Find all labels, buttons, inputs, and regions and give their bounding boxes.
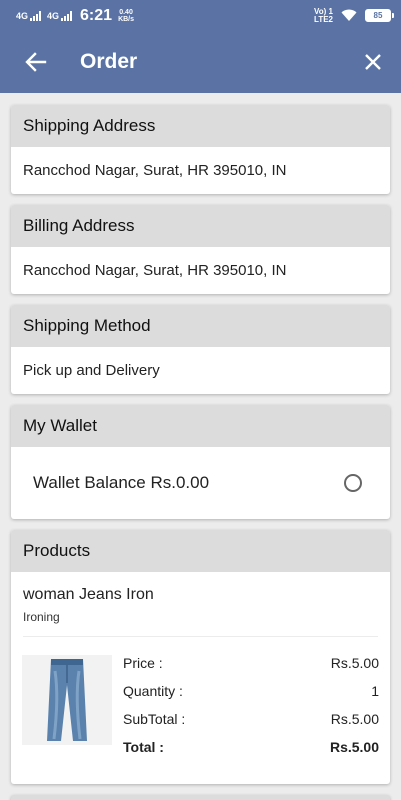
wallet-card: My Wallet Wallet Balance Rs.0.00 xyxy=(11,405,390,519)
shipping-address-card: Shipping Address Rancchod Nagar, Surat, … xyxy=(11,105,390,194)
shipping-method-card: Shipping Method Pick up and Delivery xyxy=(11,305,390,394)
close-button[interactable] xyxy=(353,42,393,82)
clock: 6:21 xyxy=(80,6,113,24)
signal-2: 4G xyxy=(47,10,73,21)
network-speed: 0.40 KB/s xyxy=(118,9,134,23)
network-speed-value: 0.40 xyxy=(119,8,133,16)
price-value: Rs.5.00 xyxy=(330,655,379,671)
wallet-balance-label: Wallet Balance Rs.0.00 xyxy=(33,473,210,492)
total-label: Total : xyxy=(123,739,164,755)
subtotal-row: SubTotal : Rs.5.00 xyxy=(123,705,379,733)
app-bar: Order xyxy=(0,31,401,93)
back-arrow-icon xyxy=(25,52,47,72)
volte-bottom: LTE2 xyxy=(314,14,333,24)
signal-icon xyxy=(61,10,73,21)
shipping-method-header: Shipping Method xyxy=(11,305,390,347)
close-icon xyxy=(365,54,381,70)
subtotal-value: Rs.5.00 xyxy=(330,711,379,727)
total-row: Total : Rs.5.00 xyxy=(123,733,379,761)
quantity-value: 1 xyxy=(371,683,379,699)
quantity-row: Quantity : 1 xyxy=(123,677,379,705)
billing-address-value: Rancchod Nagar, Surat, HR 395010, IN xyxy=(23,262,287,279)
battery-level: 85 xyxy=(373,11,383,20)
products-header: Products xyxy=(11,530,390,572)
next-card-edge xyxy=(11,795,390,800)
wifi-icon xyxy=(341,9,357,21)
network-speed-unit: KB/s xyxy=(118,15,135,23)
subtotal-label: SubTotal : xyxy=(123,711,186,727)
billing-address-card: Billing Address Rancchod Nagar, Surat, H… xyxy=(11,205,390,294)
shipping-address-value: Rancchod Nagar, Surat, HR 395010, IN xyxy=(23,162,287,179)
shipping-address-header: Shipping Address xyxy=(11,105,390,147)
page-title: Order xyxy=(80,50,138,73)
billing-address-header: Billing Address xyxy=(11,205,390,247)
volte-indicator: Vo) 1 LTE2 xyxy=(314,7,333,24)
battery-icon: 85 xyxy=(365,9,394,22)
wallet-balance-row[interactable]: Wallet Balance Rs.0.00 xyxy=(11,447,390,519)
status-bar: 4G 4G 6:21 0.40 KB/s Vo) 1 LTE2 85 xyxy=(0,0,401,31)
network-type-1: 4G xyxy=(16,10,29,21)
wallet-header: My Wallet xyxy=(11,405,390,447)
products-card: Products woman Jeans Iron Ironing Price … xyxy=(11,530,390,784)
product-service: Ironing xyxy=(23,610,60,624)
quantity-label: Quantity : xyxy=(123,683,183,699)
shipping-method-value: Pick up and Delivery xyxy=(23,362,160,379)
price-table: Price : Rs.5.00 Quantity : 1 SubTotal : … xyxy=(123,649,379,761)
network-type-2: 4G xyxy=(47,10,60,21)
wallet-radio-button[interactable] xyxy=(344,474,362,492)
price-label: Price : xyxy=(123,655,163,671)
jeans-product-image xyxy=(22,655,112,745)
total-value: Rs.5.00 xyxy=(329,739,379,755)
signal-1: 4G xyxy=(16,10,42,21)
back-button[interactable] xyxy=(16,42,56,82)
signal-icon xyxy=(30,10,42,21)
product-item: woman Jeans Iron Ironing Price : Rs.5.00… xyxy=(11,586,390,761)
price-row: Price : Rs.5.00 xyxy=(123,649,379,677)
product-name: woman Jeans Iron xyxy=(23,586,154,603)
